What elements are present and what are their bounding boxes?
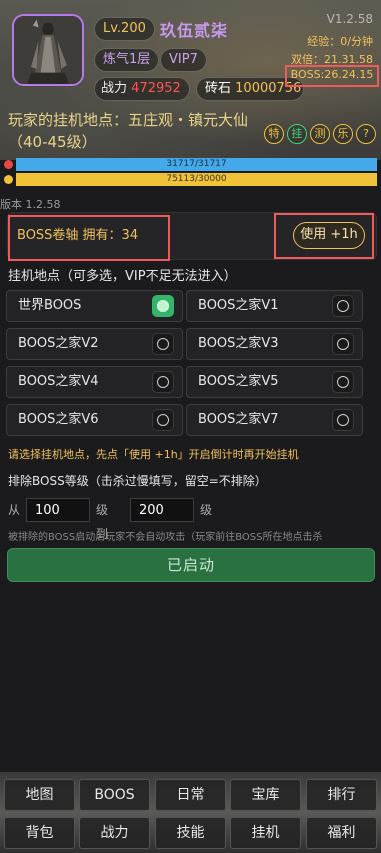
gem-label: 砖石 (205, 81, 232, 96)
hp-bar: 31717/31717 (0, 157, 381, 172)
location-option[interactable]: BOOS之家V6 (6, 404, 183, 436)
location-label: BOOS之家V1 (198, 298, 279, 313)
double-exp-timer: 双倍：21.31.58 (291, 53, 373, 66)
use-hour-highlight: 使用 +1h (274, 213, 374, 259)
exclude-note: 被排除的BOSS启动后玩家不会自动攻击（玩家前往BOSS所在地点击杀 (8, 532, 323, 543)
vip-badge[interactable]: VIP7 (160, 48, 207, 72)
help-icon[interactable]: ? (356, 124, 376, 144)
nav-skills[interactable]: 技能 (155, 817, 226, 849)
nav-welfare[interactable]: 福利 (306, 817, 377, 849)
hp-track: 31717/31717 (16, 158, 377, 171)
location-option[interactable]: BOOS之家V2 (6, 328, 183, 360)
location-label: BOOS之家V2 (18, 336, 99, 351)
nav-idle[interactable]: 挂机 (230, 817, 301, 849)
avatar[interactable] (12, 14, 84, 86)
exclude-title: 排除BOSS等级（击杀过慢填写，留空=不排除） (8, 474, 267, 488)
special-icon[interactable]: 特 (264, 124, 284, 144)
use-hour-button[interactable]: 使用 +1h (293, 222, 365, 249)
location-label: BOOS之家V6 (18, 412, 99, 427)
location-option[interactable]: BOOS之家V5 (186, 366, 363, 398)
version-small: 版本 1.2.58 (0, 198, 61, 211)
location-label: BOOS之家V3 (198, 336, 279, 351)
nav-boss[interactable]: BOOS (79, 779, 150, 811)
nav-ranking[interactable]: 排行 (306, 779, 377, 811)
radio-icon[interactable] (152, 371, 174, 393)
radio-icon[interactable] (152, 409, 174, 431)
version-label: V1.2.58 (326, 12, 373, 26)
exp-track: 75113/30000 (16, 173, 377, 186)
exp-text: 75113/30000 (166, 174, 227, 184)
instruction-hint: 请选择挂机地点，先点「使用 +1h」开启倒计时再开始挂机 (8, 448, 299, 461)
from-label: 从 (8, 503, 21, 517)
location-option[interactable]: BOOS之家V1 (186, 290, 363, 322)
radio-icon[interactable] (332, 409, 354, 431)
location-label: BOOS之家V7 (198, 412, 279, 427)
header-icon-row: 特 挂 测 乐 ? (264, 124, 376, 144)
test-icon[interactable]: 测 (310, 124, 330, 144)
max-level-input[interactable] (130, 498, 194, 522)
cultivator-avatar-icon (14, 16, 82, 84)
level-badge: Lv.200 (94, 17, 155, 41)
nav-bag[interactable]: 背包 (4, 817, 75, 849)
radio-icon[interactable] (152, 295, 174, 317)
location-option[interactable]: BOOS之家V4 (6, 366, 183, 398)
nav-daily[interactable]: 日常 (155, 779, 226, 811)
hp-dot-icon (4, 160, 13, 169)
realm-badge: 炼气1层 (94, 48, 160, 72)
exp-dot-icon (4, 175, 13, 184)
exp-rate: 经验：0/分钟 (307, 35, 373, 48)
player-header: Lv.200 玖伍贰柒 炼气1层 VIP7 战力 472952 砖石 10000… (0, 0, 381, 160)
exp-bar: 75113/30000 (0, 172, 381, 187)
player-name: 玖伍贰柒 (160, 21, 229, 40)
start-button[interactable]: 已启动 (7, 548, 375, 582)
boss-timer: BOSS:26.24.15 (285, 65, 379, 87)
boss-scroll-count: BOSS卷轴 拥有：34 (8, 215, 170, 261)
fun-icon[interactable]: 乐 (333, 124, 353, 144)
level-unit-label: 级 (200, 503, 213, 517)
min-level-input[interactable] (26, 498, 90, 522)
nav-power[interactable]: 战力 (79, 817, 150, 849)
location-label: BOOS之家V4 (18, 374, 99, 389)
location-option[interactable]: BOOS之家V7 (186, 404, 363, 436)
power-value: 472952 (131, 81, 181, 96)
idle-icon[interactable]: 挂 (287, 124, 307, 144)
location-option[interactable]: 世界BOOS (6, 290, 183, 322)
current-location: 玩家的挂机地点：五庄观・镇元大仙（40-45级） (8, 111, 249, 151)
nav-treasury[interactable]: 宝库 (230, 779, 301, 811)
radio-icon[interactable] (152, 333, 174, 355)
radio-icon[interactable] (332, 333, 354, 355)
nav-map[interactable]: 地图 (4, 779, 75, 811)
radio-icon[interactable] (332, 295, 354, 317)
location-section-title: 挂机地点（可多选，VIP不足无法进入） (8, 269, 237, 284)
power-label: 战力 (101, 81, 128, 96)
location-label: BOOS之家V5 (198, 374, 279, 389)
hp-text: 31717/31717 (166, 159, 227, 169)
location-label: 世界BOOS (18, 298, 82, 313)
bottom-nav: 地图 BOOS 日常 宝库 排行 背包 战力 技能 挂机 福利 (0, 772, 381, 853)
radio-icon[interactable] (332, 371, 354, 393)
location-option[interactable]: BOOS之家V3 (186, 328, 363, 360)
power-badge: 战力 472952 (94, 77, 190, 101)
